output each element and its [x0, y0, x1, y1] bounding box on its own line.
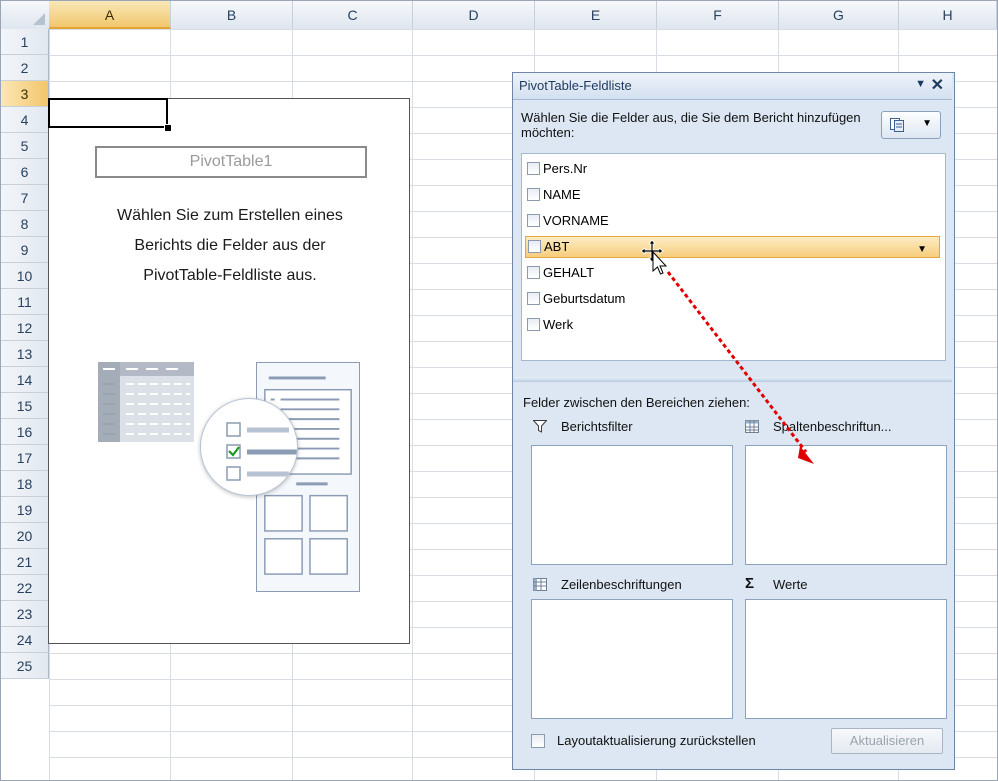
values-drop-area[interactable]: [745, 599, 947, 719]
field-item-geburtsdatum[interactable]: Geburtsdatum: [527, 288, 940, 310]
row-header-16[interactable]: 16: [1, 419, 49, 445]
row-grid-icon: [533, 578, 547, 591]
panel-title-bar[interactable]: PivotTable-Feldliste ▼ ✕: [513, 73, 952, 100]
row-header-2[interactable]: 2: [1, 55, 49, 81]
field-select-prompt: Wählen Sie die Felder aus, die Sie dem B…: [521, 110, 861, 140]
fieldlist-layout-button[interactable]: ▼: [881, 111, 941, 139]
field-item-werk[interactable]: Werk: [527, 314, 940, 336]
field-list-layout-icon: [890, 118, 904, 132]
instruction-line: Wählen Sie zum Erstellen eines: [117, 207, 343, 224]
column-header-c[interactable]: C: [293, 1, 413, 29]
row-header-25[interactable]: 25: [1, 653, 49, 679]
report-filter-label: Berichtsfilter: [561, 419, 633, 434]
field-dropdown-icon[interactable]: ▼: [917, 239, 927, 261]
row-header-9[interactable]: 9: [1, 237, 49, 263]
row-header-11[interactable]: 11: [1, 289, 49, 315]
pivottable-instructions: Wählen Sie zum Erstellen eines Berichts …: [66, 201, 394, 291]
column-header-b[interactable]: B: [171, 1, 293, 29]
instruction-line: PivotTable-Feldliste aus.: [143, 267, 317, 284]
field-label: Pers.Nr: [543, 161, 588, 176]
select-all-triangle-icon: [33, 13, 45, 25]
field-list: Pers.Nr NAME VORNAME ABT ▼ GEHALT Geburt…: [521, 153, 946, 361]
row-header-24[interactable]: 24: [1, 627, 49, 653]
column-header-f[interactable]: F: [657, 1, 779, 29]
row-header-20[interactable]: 20: [1, 523, 49, 549]
field-label: ABT: [544, 239, 570, 254]
close-icon[interactable]: ✕: [931, 75, 944, 95]
table-illustration-icon: [98, 362, 194, 442]
row-header-13[interactable]: 13: [1, 341, 49, 367]
row-header-4[interactable]: 4: [1, 107, 49, 133]
row-header-17[interactable]: 17: [1, 445, 49, 471]
row-header-1[interactable]: 1: [1, 29, 49, 55]
chevron-down-icon: ▼: [922, 118, 932, 129]
field-item-gehalt[interactable]: GEHALT: [527, 262, 940, 284]
pivottable-fieldlist-panel: PivotTable-Feldliste ▼ ✕ Wählen Sie die …: [512, 72, 955, 770]
row-header-14[interactable]: 14: [1, 367, 49, 393]
field-item-name[interactable]: NAME: [527, 184, 940, 206]
field-checkbox[interactable]: [527, 162, 540, 175]
column-labels-drop-area[interactable]: [745, 445, 947, 565]
column-labels-label: Spaltenbeschriftun...: [773, 419, 892, 434]
select-all-corner[interactable]: [1, 1, 50, 29]
column-grid-icon: [745, 420, 759, 433]
row-header-18[interactable]: 18: [1, 471, 49, 497]
column-header-e[interactable]: E: [535, 1, 657, 29]
column-header-g[interactable]: G: [779, 1, 899, 29]
row-labels-label: Zeilenbeschriftungen: [561, 577, 682, 592]
row-header-3[interactable]: 3: [1, 81, 49, 107]
areas-instruction: Felder zwischen den Bereichen ziehen:: [523, 395, 750, 410]
column-header-a[interactable]: A: [49, 1, 171, 29]
panel-title: PivotTable-Feldliste: [519, 78, 632, 93]
panel-splitter[interactable]: [513, 377, 952, 382]
field-checkbox[interactable]: [527, 292, 540, 305]
field-label: VORNAME: [543, 213, 609, 228]
row-header-23[interactable]: 23: [1, 601, 49, 627]
defer-layout-checkbox[interactable]: [531, 734, 545, 748]
field-item-vorname[interactable]: VORNAME: [527, 210, 940, 232]
field-item-abt[interactable]: ABT ▼: [525, 236, 940, 258]
instruction-line: Berichts die Felder aus der: [134, 237, 326, 254]
row-header-8[interactable]: 8: [1, 211, 49, 237]
fill-handle[interactable]: [164, 124, 172, 132]
column-header-bar: A B C D E F G H: [1, 1, 997, 30]
triangle-down-icon[interactable]: ▼: [915, 78, 926, 90]
row-header-5[interactable]: 5: [1, 133, 49, 159]
checkbox-illustration-icon: [200, 398, 298, 496]
update-button[interactable]: Aktualisieren: [831, 728, 943, 754]
sigma-icon: Σ: [745, 575, 755, 592]
row-header-6[interactable]: 6: [1, 159, 49, 185]
row-labels-drop-area[interactable]: [531, 599, 733, 719]
field-label: Werk: [543, 317, 574, 332]
row-header-7[interactable]: 7: [1, 185, 49, 211]
defer-layout-label: Layoutaktualisierung zurückstellen: [557, 733, 756, 748]
column-header-h[interactable]: H: [899, 1, 997, 29]
column-header-d[interactable]: D: [413, 1, 535, 29]
row-header-10[interactable]: 10: [1, 263, 49, 289]
field-checkbox[interactable]: [527, 266, 540, 279]
field-checkbox[interactable]: [528, 240, 541, 253]
funnel-icon: [533, 420, 547, 433]
field-label: GEHALT: [543, 265, 595, 280]
field-label: Geburtsdatum: [543, 291, 626, 306]
pivottable-name: PivotTable1: [95, 146, 367, 178]
field-checkbox[interactable]: [527, 214, 540, 227]
row-header-22[interactable]: 22: [1, 575, 49, 601]
row-header-21[interactable]: 21: [1, 549, 49, 575]
field-label: NAME: [543, 187, 581, 202]
row-header-12[interactable]: 12: [1, 315, 49, 341]
field-item-pers-nr[interactable]: Pers.Nr: [527, 158, 940, 180]
report-filter-drop-area[interactable]: [531, 445, 733, 565]
field-checkbox[interactable]: [527, 318, 540, 331]
row-header-19[interactable]: 19: [1, 497, 49, 523]
field-checkbox[interactable]: [527, 188, 540, 201]
active-cell-selection[interactable]: [48, 98, 168, 128]
row-header-15[interactable]: 15: [1, 393, 49, 419]
values-label: Werte: [773, 577, 808, 592]
